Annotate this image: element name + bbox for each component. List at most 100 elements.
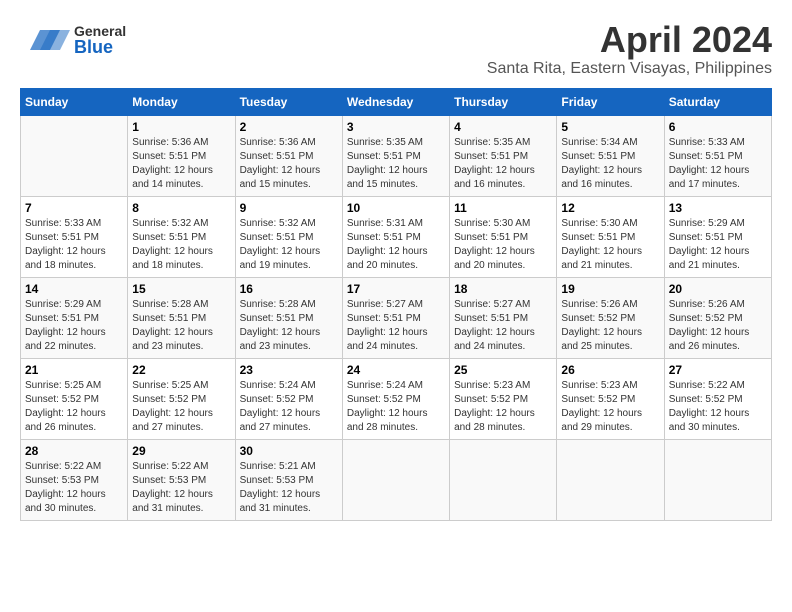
day-cell: 22 Sunrise: 5:25 AM Sunset: 5:52 PM Dayli… <box>128 358 235 439</box>
day-info: Sunrise: 5:36 AM Sunset: 5:51 PM Dayligh… <box>132 137 213 190</box>
day-cell: 19Sunrise: 5:26 AM Sunset: 5:52 PM Dayli… <box>557 277 664 358</box>
day-cell: 11 Sunrise: 5:30 AM Sunset: 5:51 PM Dayli… <box>450 196 557 277</box>
day-cell: 12Sunrise: 5:30 AM Sunset: 5:51 PM Dayli… <box>557 196 664 277</box>
page-header: General Blue April 2024 Santa Rita, East… <box>20 20 772 78</box>
logo-icon <box>20 20 70 60</box>
day-info: Sunrise: 5:36 AM Sunset: 5:51 PM Dayligh… <box>240 137 321 190</box>
day-cell: 3Sunrise: 5:35 AM Sunset: 5:51 PM Daylig… <box>342 115 449 196</box>
day-cell: 6Sunrise: 5:33 AM Sunset: 5:51 PM Daylig… <box>664 115 771 196</box>
day-cell <box>664 439 771 520</box>
day-info: Sunrise: 5:24 AM Sunset: 5:52 PM Dayligh… <box>347 380 428 433</box>
day-info: Sunrise: 5:32 AM Sunset: 5:51 PM Dayligh… <box>132 218 213 271</box>
day-cell: 17Sunrise: 5:27 AM Sunset: 5:51 PM Dayli… <box>342 277 449 358</box>
location-title: Santa Rita, Eastern Visayas, Philippines <box>487 60 772 78</box>
day-cell <box>450 439 557 520</box>
day-info: Sunrise: 5:21 AM Sunset: 5:53 PM Dayligh… <box>240 461 321 514</box>
day-number: 27 <box>669 363 767 377</box>
day-number: 29 <box>132 444 230 458</box>
day-number: 28 <box>25 444 123 458</box>
day-info: Sunrise: 5:25 AM Sunset: 5:52 PM Dayligh… <box>132 380 213 433</box>
title-area: April 2024 Santa Rita, Eastern Visayas, … <box>487 20 772 78</box>
day-info: Sunrise: 5:28 AM Sunset: 5:51 PM Dayligh… <box>132 299 213 352</box>
day-number: 1 <box>132 120 230 134</box>
day-info: Sunrise: 5:29 AM Sunset: 5:51 PM Dayligh… <box>25 299 106 352</box>
day-number: 3 <box>347 120 445 134</box>
day-info: Sunrise: 5:25 AM Sunset: 5:52 PM Dayligh… <box>25 380 106 433</box>
col-header-thursday: Thursday <box>450 88 557 115</box>
day-cell: 14 Sunrise: 5:29 AM Sunset: 5:51 PM Dayli… <box>21 277 128 358</box>
week-row-4: 21 Sunrise: 5:25 AM Sunset: 5:52 PM Dayli… <box>21 358 772 439</box>
day-info: Sunrise: 5:22 AM Sunset: 5:52 PM Dayligh… <box>669 380 750 433</box>
day-number: 14 <box>25 282 123 296</box>
day-number: 2 <box>240 120 338 134</box>
col-header-monday: Monday <box>128 88 235 115</box>
day-cell <box>21 115 128 196</box>
day-number: 17 <box>347 282 445 296</box>
logo: General Blue <box>20 20 126 60</box>
day-cell: 7 Sunrise: 5:33 AM Sunset: 5:51 PM Daylig… <box>21 196 128 277</box>
logo-general-text: General <box>74 24 126 38</box>
col-header-sunday: Sunday <box>21 88 128 115</box>
day-number: 22 <box>132 363 230 377</box>
calendar-header-row: SundayMondayTuesdayWednesdayThursdayFrid… <box>21 88 772 115</box>
day-number: 16 <box>240 282 338 296</box>
logo-text: General Blue <box>74 24 126 56</box>
day-cell: 15 Sunrise: 5:28 AM Sunset: 5:51 PM Dayli… <box>128 277 235 358</box>
col-header-friday: Friday <box>557 88 664 115</box>
day-info: Sunrise: 5:34 AM Sunset: 5:51 PM Dayligh… <box>561 137 642 190</box>
day-cell: 10 Sunrise: 5:31 AM Sunset: 5:51 PM Dayli… <box>342 196 449 277</box>
day-cell: 18 Sunrise: 5:27 AM Sunset: 5:51 PM Dayli… <box>450 277 557 358</box>
day-cell: 26Sunrise: 5:23 AM Sunset: 5:52 PM Dayli… <box>557 358 664 439</box>
day-number: 13 <box>669 201 767 215</box>
day-info: Sunrise: 5:29 AM Sunset: 5:51 PM Dayligh… <box>669 218 750 271</box>
day-number: 23 <box>240 363 338 377</box>
day-number: 26 <box>561 363 659 377</box>
day-info: Sunrise: 5:26 AM Sunset: 5:52 PM Dayligh… <box>561 299 642 352</box>
day-cell: 29 Sunrise: 5:22 AM Sunset: 5:53 PM Dayli… <box>128 439 235 520</box>
day-info: Sunrise: 5:26 AM Sunset: 5:52 PM Dayligh… <box>669 299 750 352</box>
day-info: Sunrise: 5:24 AM Sunset: 5:52 PM Dayligh… <box>240 380 321 433</box>
day-number: 10 <box>347 201 445 215</box>
day-cell: 8 Sunrise: 5:32 AM Sunset: 5:51 PM Daylig… <box>128 196 235 277</box>
day-cell: 9Sunrise: 5:32 AM Sunset: 5:51 PM Daylig… <box>235 196 342 277</box>
day-number: 11 <box>454 201 552 215</box>
col-header-saturday: Saturday <box>664 88 771 115</box>
day-cell <box>342 439 449 520</box>
day-number: 4 <box>454 120 552 134</box>
day-number: 21 <box>25 363 123 377</box>
day-number: 8 <box>132 201 230 215</box>
day-cell: 16Sunrise: 5:28 AM Sunset: 5:51 PM Dayli… <box>235 277 342 358</box>
day-cell: 1 Sunrise: 5:36 AM Sunset: 5:51 PM Daylig… <box>128 115 235 196</box>
week-row-5: 28 Sunrise: 5:22 AM Sunset: 5:53 PM Dayli… <box>21 439 772 520</box>
day-cell: 21 Sunrise: 5:25 AM Sunset: 5:52 PM Dayli… <box>21 358 128 439</box>
day-number: 18 <box>454 282 552 296</box>
day-cell: 27 Sunrise: 5:22 AM Sunset: 5:52 PM Dayli… <box>664 358 771 439</box>
day-number: 25 <box>454 363 552 377</box>
calendar-table: SundayMondayTuesdayWednesdayThursdayFrid… <box>20 88 772 521</box>
day-info: Sunrise: 5:22 AM Sunset: 5:53 PM Dayligh… <box>132 461 213 514</box>
day-number: 7 <box>25 201 123 215</box>
day-info: Sunrise: 5:32 AM Sunset: 5:51 PM Dayligh… <box>240 218 321 271</box>
day-cell: 25 Sunrise: 5:23 AM Sunset: 5:52 PM Dayli… <box>450 358 557 439</box>
day-info: Sunrise: 5:27 AM Sunset: 5:51 PM Dayligh… <box>454 299 535 352</box>
day-cell: 4Sunrise: 5:35 AM Sunset: 5:51 PM Daylig… <box>450 115 557 196</box>
day-info: Sunrise: 5:31 AM Sunset: 5:51 PM Dayligh… <box>347 218 428 271</box>
day-cell: 30 Sunrise: 5:21 AM Sunset: 5:53 PM Dayli… <box>235 439 342 520</box>
day-cell: 20 Sunrise: 5:26 AM Sunset: 5:52 PM Dayli… <box>664 277 771 358</box>
day-cell: 28Sunrise: 5:22 AM Sunset: 5:53 PM Dayli… <box>21 439 128 520</box>
day-number: 20 <box>669 282 767 296</box>
day-number: 12 <box>561 201 659 215</box>
day-info: Sunrise: 5:23 AM Sunset: 5:52 PM Dayligh… <box>454 380 535 433</box>
month-title: April 2024 <box>487 20 772 60</box>
day-cell: 2 Sunrise: 5:36 AM Sunset: 5:51 PM Daylig… <box>235 115 342 196</box>
day-info: Sunrise: 5:30 AM Sunset: 5:51 PM Dayligh… <box>454 218 535 271</box>
day-info: Sunrise: 5:33 AM Sunset: 5:51 PM Dayligh… <box>25 218 106 271</box>
week-row-1: 1 Sunrise: 5:36 AM Sunset: 5:51 PM Daylig… <box>21 115 772 196</box>
day-cell <box>557 439 664 520</box>
col-header-wednesday: Wednesday <box>342 88 449 115</box>
day-cell: 24 Sunrise: 5:24 AM Sunset: 5:52 PM Dayli… <box>342 358 449 439</box>
day-number: 15 <box>132 282 230 296</box>
day-number: 30 <box>240 444 338 458</box>
day-number: 24 <box>347 363 445 377</box>
day-cell: 5Sunrise: 5:34 AM Sunset: 5:51 PM Daylig… <box>557 115 664 196</box>
